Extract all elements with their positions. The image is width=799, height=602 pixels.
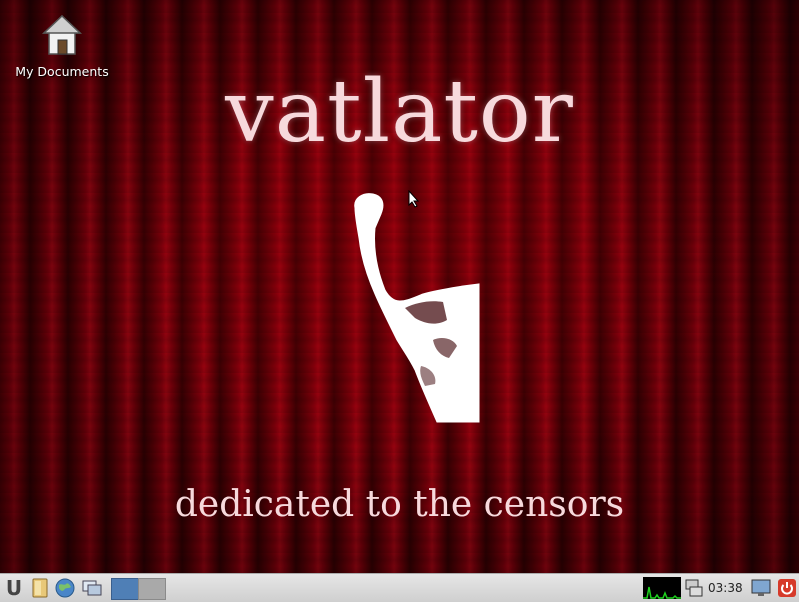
cpu-monitor-graph[interactable]	[643, 577, 681, 599]
show-desktop-icon[interactable]	[81, 577, 103, 599]
clock[interactable]: 03:38	[708, 577, 743, 599]
taskbar: U 03:38	[0, 573, 799, 602]
browser-icon[interactable]	[54, 577, 76, 599]
workspace-1-button[interactable]	[111, 578, 139, 600]
file-manager-icon[interactable]	[30, 577, 50, 599]
raised-fist-figure	[354, 193, 480, 423]
wallpaper-title: vatlator	[225, 62, 574, 162]
workspace-2-button[interactable]	[138, 578, 166, 600]
display-icon[interactable]	[750, 577, 772, 599]
wallpaper-tagline: dedicated to the censors	[174, 484, 625, 525]
menu-icon[interactable]: U	[3, 577, 25, 599]
power-icon[interactable]	[777, 577, 797, 599]
mouse-cursor-icon	[408, 190, 420, 208]
home-icon	[42, 14, 82, 55]
network-icon[interactable]	[683, 577, 705, 599]
